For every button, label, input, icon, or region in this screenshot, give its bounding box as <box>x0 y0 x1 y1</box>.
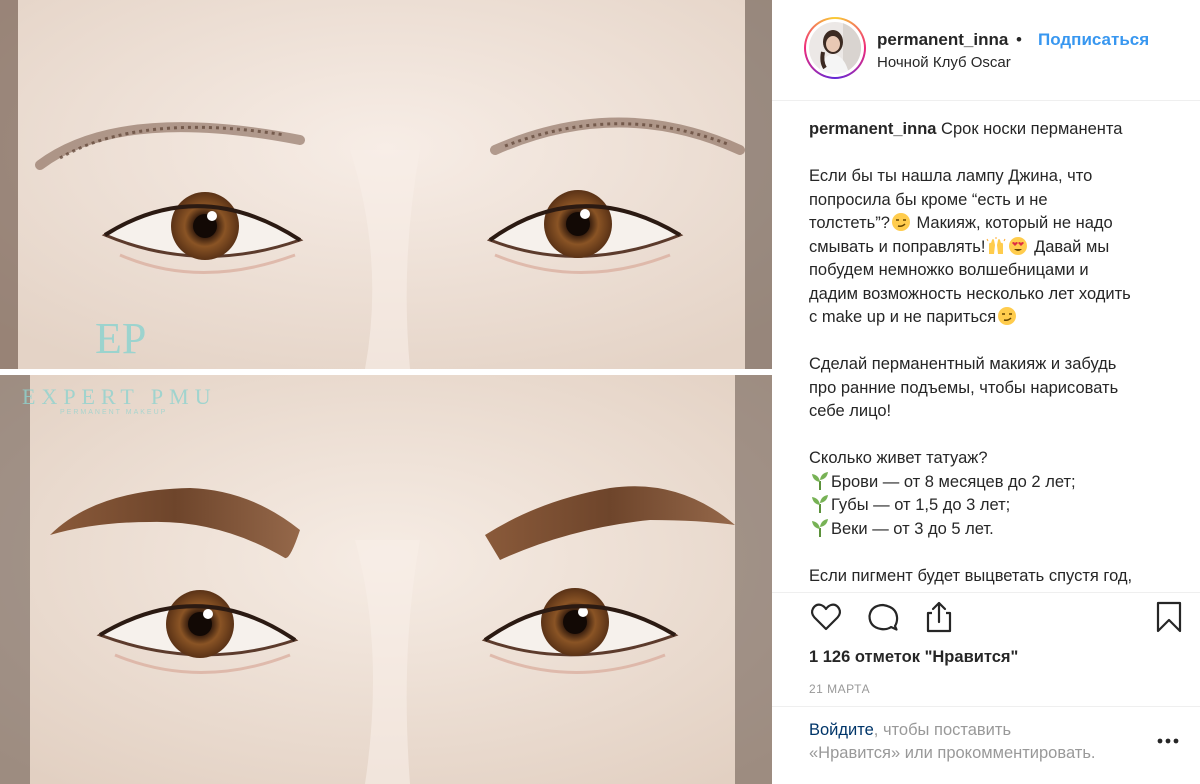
caption-text: Веки — от 3 до 5 лет. <box>831 519 994 538</box>
likes-count[interactable]: 1 126 отметок "Нравится" <box>809 648 1018 667</box>
caption-line: дадим возможность несколько лет ходить <box>809 284 1131 303</box>
caption-title: Срок носки перманента <box>941 120 1123 138</box>
caption-line: попросила бы кроме “есть и не <box>809 190 1048 209</box>
seedling-emoji-icon <box>812 471 828 490</box>
post-header: permanent_inna • Подписаться Ночной Клуб… <box>772 0 1200 100</box>
heart-icon <box>810 603 842 631</box>
smirk-emoji-icon <box>998 307 1017 325</box>
header-divider <box>772 100 1200 101</box>
save-button[interactable] <box>1152 600 1186 634</box>
caption-text: Макияж, который не надо <box>911 214 1113 232</box>
comment-button[interactable] <box>866 600 900 634</box>
caption-text: толстеть”? <box>809 214 890 232</box>
before-photo: EP <box>0 0 772 369</box>
login-text: «Нравится» или прокомментировать. <box>809 744 1096 762</box>
caption-username[interactable]: permanent_inna <box>809 120 936 138</box>
login-link[interactable]: Войдите <box>809 721 874 739</box>
before-after-image: EP EXPERT PMU PERMANENT MAKEUP <box>0 0 772 784</box>
post-side-panel: permanent_inna • Подписаться Ночной Клуб… <box>772 0 1200 784</box>
post-author-username[interactable]: permanent_inna <box>877 30 1008 50</box>
smirk-emoji-icon <box>891 213 910 231</box>
caption-text: Брови — от 8 месяцев до 2 лет; <box>831 472 1076 491</box>
login-text: , чтобы поставить <box>873 721 1012 739</box>
heart-eyes-emoji-icon <box>1009 236 1028 255</box>
caption-line: побудем немножко волшебницами и <box>809 261 1089 279</box>
post-caption: permanent_inna Срок носки перманента Есл… <box>809 118 1189 588</box>
seedling-emoji-icon <box>812 495 828 513</box>
likes-divider <box>772 706 1200 707</box>
post-location[interactable]: Ночной Клуб Oscar <box>877 54 1011 71</box>
like-button[interactable] <box>809 600 843 634</box>
caption-line: Сколько живет татуаж? <box>809 449 988 467</box>
avatar[interactable] <box>804 17 866 79</box>
share-button[interactable] <box>922 600 956 634</box>
login-prompt: Войдите, чтобы поставить «Нравится» или … <box>809 719 1149 765</box>
more-options-button[interactable] <box>1155 733 1181 744</box>
brand-logo: EP <box>95 314 146 363</box>
post-date[interactable]: 21 МАРТА <box>809 682 870 696</box>
caption-text: с make up и не париться <box>809 308 997 326</box>
post-actions-bar <box>809 600 1189 636</box>
follow-button[interactable]: Подписаться <box>1038 30 1149 50</box>
caption-text: Губы — от 1,5 до 3 лет; <box>831 496 1011 514</box>
caption-line: себе лицо! <box>809 402 892 420</box>
after-photo: EXPERT PMU PERMANENT MAKEUP <box>0 375 772 784</box>
caption-line: про ранние подъемы, чтобы нарисовать <box>809 378 1119 397</box>
bookmark-icon <box>1156 601 1182 633</box>
comment-icon <box>868 603 899 631</box>
caption-line: Если бы ты нашла лампу Джина, что <box>809 167 1093 185</box>
watermark-subtext: PERMANENT MAKEUP <box>60 409 167 416</box>
caption-text: смывать и поправлять! <box>809 237 986 256</box>
avatar-image <box>809 22 861 74</box>
separator-dot: • <box>1016 30 1022 49</box>
caption-line: Если пигмент будет выцветать спустя год, <box>809 566 1133 585</box>
seedling-emoji-icon <box>812 518 828 537</box>
caption-text: Давай мы <box>1029 237 1110 256</box>
share-icon <box>926 601 952 633</box>
caption-line: Сделай перманентный макияж и забудь <box>809 355 1117 373</box>
post-photo[interactable]: EP EXPERT PMU PERMANENT MAKEUP <box>0 0 772 784</box>
more-options-icon <box>1157 738 1179 744</box>
raising-hands-emoji-icon <box>987 236 1006 254</box>
watermark-text: EXPERT PMU <box>22 384 217 409</box>
caption-divider <box>772 592 1200 593</box>
